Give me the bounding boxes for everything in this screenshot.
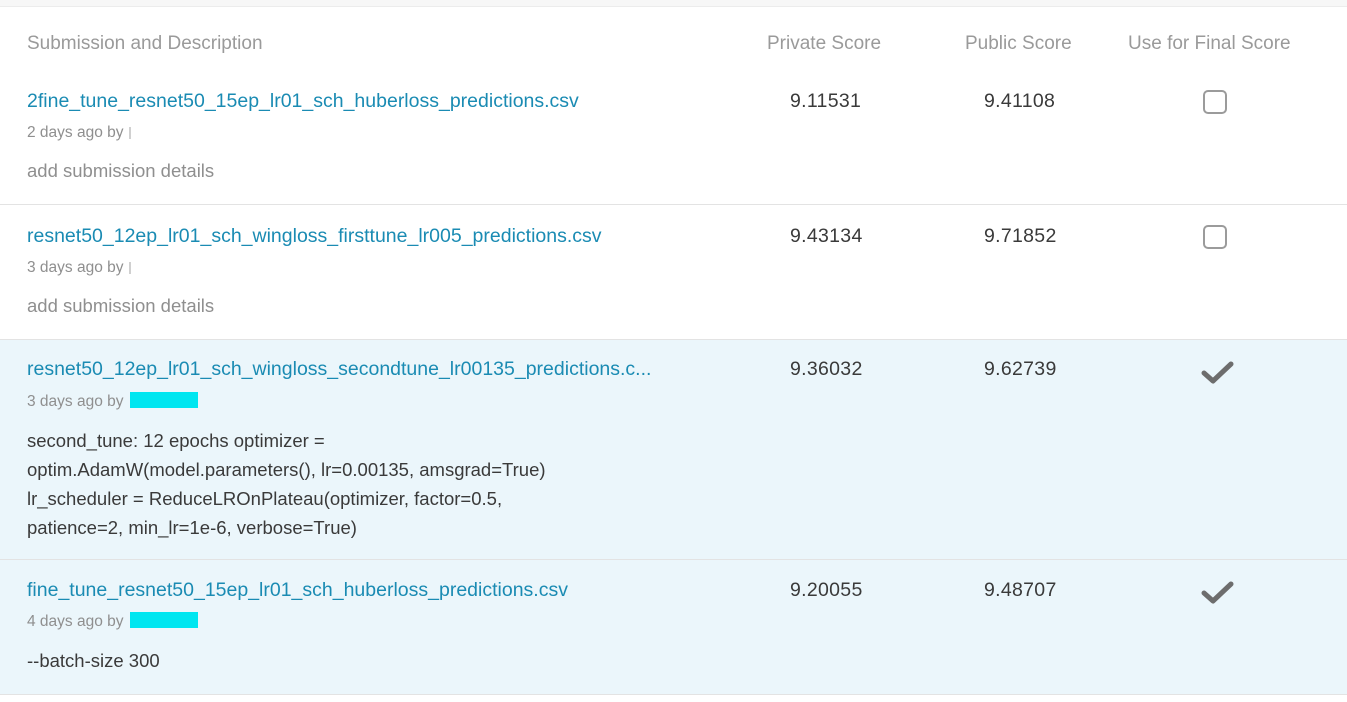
submission-date: 2 days ago by [27,124,124,141]
submission-date: 4 days ago by [27,613,124,630]
checkmark-icon[interactable] [1201,360,1235,386]
public-score: 9.62739 [984,358,1057,380]
final-score-checkbox[interactable] [1203,90,1227,114]
redacted-username [129,392,198,408]
add-details-link[interactable]: add submission details [27,291,727,320]
submission-filename-link[interactable]: fine_tune_resnet50_15ep_lr01_sch_huberlo… [27,579,568,602]
column-header-final-score: Use for Final Score [1128,33,1291,54]
submission-meta: 3 days ago by [27,392,198,411]
submission-meta: 2 days ago by [27,124,131,142]
submission-filename-link[interactable]: resnet50_12ep_lr01_sch_wingloss_firsttun… [27,225,602,248]
table-header: Submission and Description Private Score… [0,0,1347,71]
checkmark-icon[interactable] [1201,580,1235,606]
submission-date: 3 days ago by [27,259,124,276]
public-score: 9.48707 [984,579,1057,601]
final-score-checkbox[interactable] [1203,225,1227,249]
redacted-username [128,262,131,274]
submission-description: second_tune: 12 epochs optimizer = optim… [27,426,727,542]
submission-meta: 4 days ago by [27,612,198,631]
column-header-submission[interactable]: Submission and Description [27,33,263,55]
private-score: 9.20055 [790,579,863,601]
private-score: 9.43134 [790,225,863,247]
private-score: 9.36032 [790,358,863,380]
add-details-link[interactable]: add submission details [27,156,727,185]
submission-filename-link[interactable]: 2fine_tune_resnet50_15ep_lr01_sch_huberl… [27,90,579,113]
submission-filename-link[interactable]: resnet50_12ep_lr01_sch_wingloss_secondtu… [27,358,651,381]
column-header-private-score[interactable]: Private Score [767,33,881,55]
redacted-username [129,612,198,628]
public-score: 9.71852 [984,225,1057,247]
submission-description: --batch-size 300 [27,650,160,671]
description-line: second_tune: 12 epochs optimizer = [27,430,325,451]
submission-date: 3 days ago by [27,393,124,410]
table-row: resnet50_12ep_lr01_sch_wingloss_secondtu… [0,340,1347,560]
table-row: 2fine_tune_resnet50_15ep_lr01_sch_huberl… [0,70,1347,205]
private-score: 9.11531 [790,90,862,112]
description-line: patience=2, min_lr=1e-6, verbose=True) [27,517,357,538]
submission-meta: 3 days ago by [27,259,131,277]
public-score: 9.41108 [984,90,1056,112]
redacted-username [128,127,131,139]
table-row: fine_tune_resnet50_15ep_lr01_sch_huberlo… [0,560,1347,695]
description-line: lr_scheduler = ReduceLROnPlateau(optimiz… [27,488,503,509]
column-header-public-score[interactable]: Public Score [965,33,1072,55]
description-line: optim.AdamW(model.parameters(), lr=0.001… [27,459,546,480]
table-row: resnet50_12ep_lr01_sch_wingloss_firsttun… [0,205,1347,340]
